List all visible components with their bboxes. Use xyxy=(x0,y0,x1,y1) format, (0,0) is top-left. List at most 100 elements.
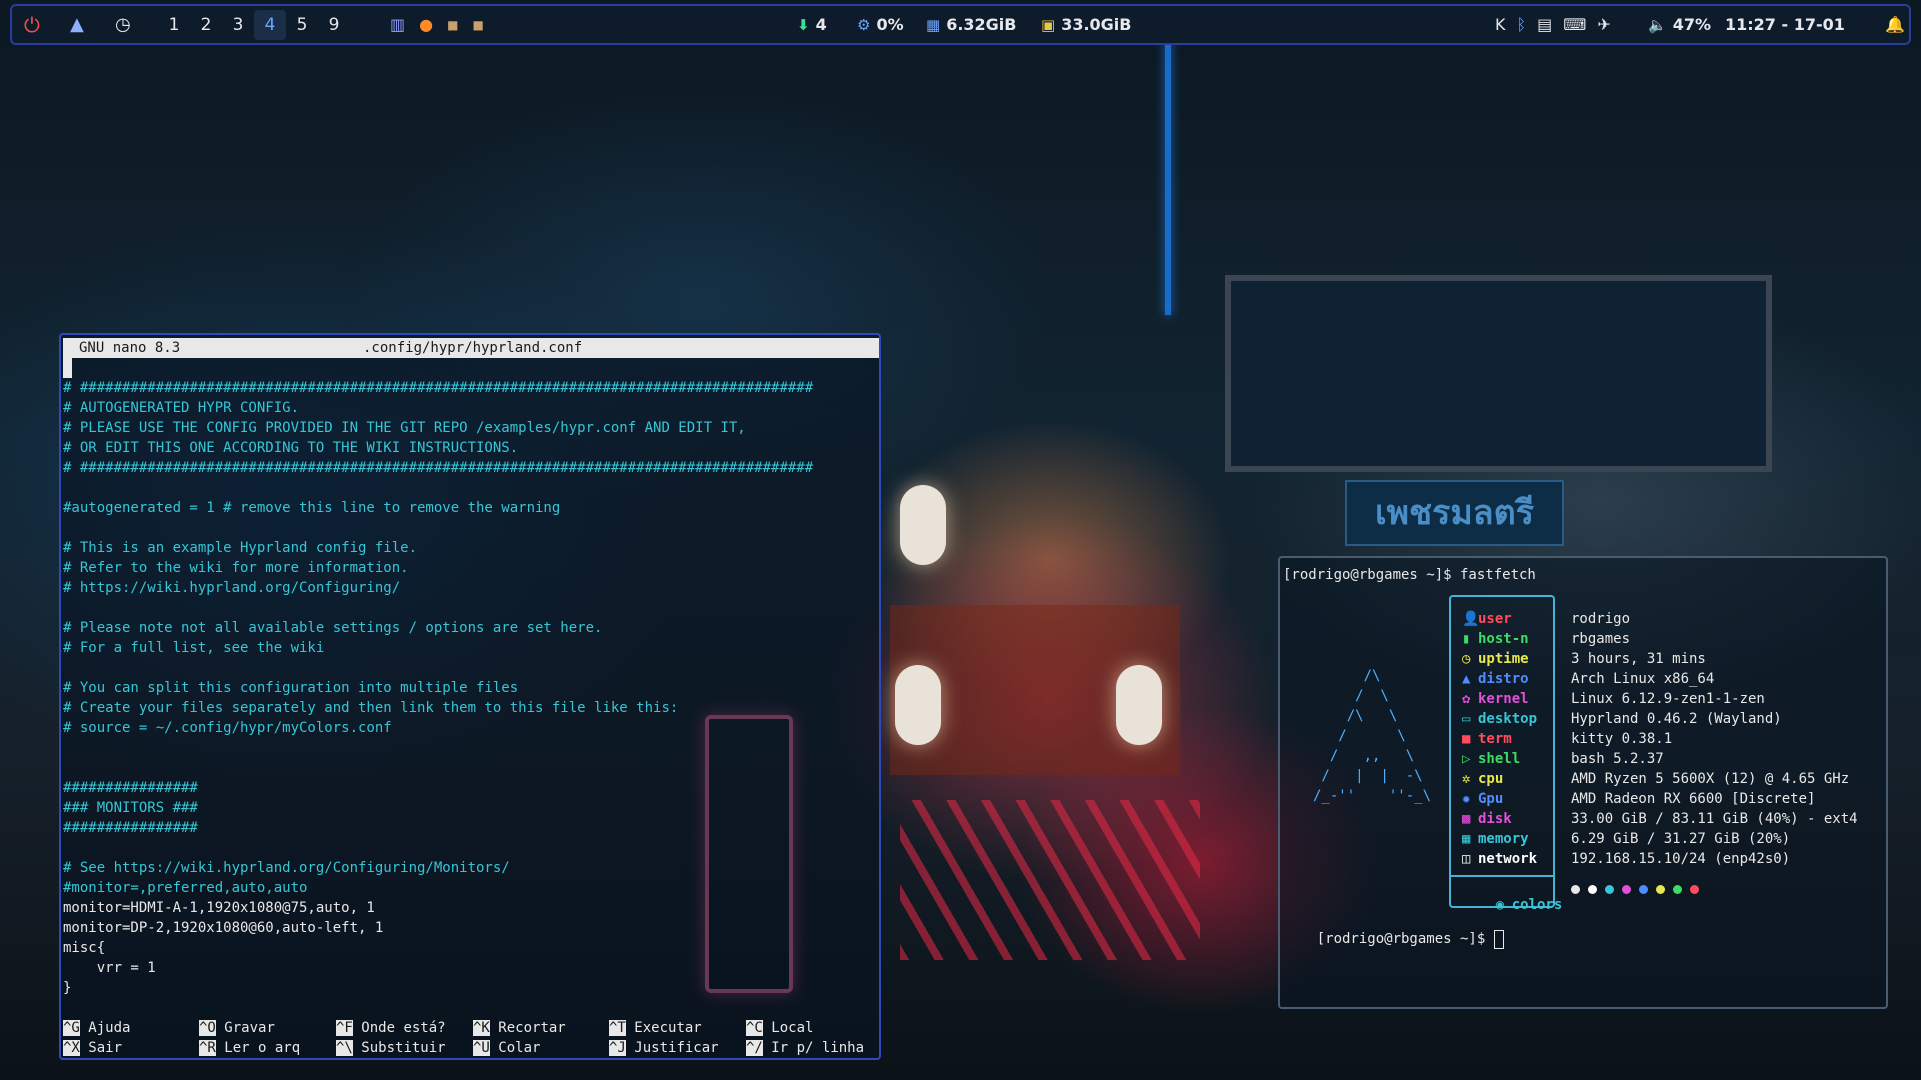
info-key-shell: ▷ shell xyxy=(1462,751,1521,767)
shortcut-ajuda[interactable]: ^G Ajuda xyxy=(63,1018,130,1038)
network-icon: ◫ xyxy=(1462,851,1471,867)
shortcut-key: ^C xyxy=(746,1020,763,1036)
nano-title-bar: GNU nano 8.3 .config/hypr/hyprland.conf xyxy=(63,338,879,358)
info-value-cpu: AMD Ryzen 5 5600X (12) @ 4.65 GHz xyxy=(1571,771,1850,787)
shortcut-substituir[interactable]: ^\ Substituir xyxy=(336,1038,446,1058)
comment-line: # ######################################… xyxy=(63,380,814,396)
shortcut-executar[interactable]: ^T Executar xyxy=(609,1018,702,1038)
logo-line: / ,, \ xyxy=(1313,748,1415,764)
updates-count: 4 xyxy=(815,15,827,34)
shortcut-label: Local xyxy=(771,1020,814,1036)
cpu-widget[interactable]: ⚙ 0% xyxy=(857,6,904,43)
cpu-usage: 0% xyxy=(876,15,904,34)
shortcut-ler-o-arq[interactable]: ^R Ler o arq xyxy=(199,1038,300,1058)
workspace-2[interactable]: 2 xyxy=(190,15,222,35)
keyboard-icon[interactable]: ⌨ xyxy=(1563,15,1586,34)
shell-prompt[interactable]: [rodrigo@rbgames ~]$ xyxy=(1283,909,1504,969)
comment-line: #autogenerated = 1 # remove this line to… xyxy=(63,500,561,516)
workspace-3[interactable]: 3 xyxy=(222,15,254,35)
palette-swatch xyxy=(1571,885,1580,894)
config-line xyxy=(63,478,813,498)
logo-line: /_-'' ''-_\ xyxy=(1313,788,1432,804)
shortcut-recortar[interactable]: ^K Recortar xyxy=(473,1018,566,1038)
workspace-1[interactable]: 1 xyxy=(158,15,190,35)
tray-apps: ▥ ● ■ ■ xyxy=(390,6,484,43)
clock-widget[interactable]: 11:27 - 17-01 xyxy=(1725,6,1845,43)
app-icon[interactable]: ■ xyxy=(472,18,483,32)
gear-icon: ✿ xyxy=(1462,691,1471,707)
notifications-button[interactable]: 🔔 xyxy=(1885,6,1905,43)
volume-level: 47% xyxy=(1672,15,1711,34)
workspace-5[interactable]: 5 xyxy=(286,15,318,35)
shop-sign: เพชรมลตรี xyxy=(1345,480,1564,546)
telegram-icon[interactable]: ✈ xyxy=(1597,15,1610,34)
app-icon[interactable]: ■ xyxy=(447,18,458,32)
shortcut-gravar[interactable]: ^O Gravar xyxy=(199,1018,275,1038)
info-value-desktop: Hyprland 0.46.2 (Wayland) xyxy=(1571,711,1782,727)
workspace-4[interactable]: 4 xyxy=(254,9,286,40)
shell-icon: ▷ xyxy=(1462,751,1471,767)
info-key-network: ◫ network xyxy=(1462,851,1538,867)
shortcut-local[interactable]: ^C Local xyxy=(746,1018,813,1038)
info-value-disk: 33.00 GiB / 83.11 GiB (40%) - ext4 xyxy=(1571,811,1858,827)
terminal-cursor xyxy=(1493,929,1504,949)
shortcut-justificar[interactable]: ^J Justificar xyxy=(609,1038,719,1058)
shortcut-onde-est-[interactable]: ^F Onde está? xyxy=(336,1018,446,1038)
shortcut-colar[interactable]: ^U Colar xyxy=(473,1038,540,1058)
arch-icon: ▲ xyxy=(1462,671,1471,687)
network-icon[interactable]: ▤ xyxy=(1537,15,1552,34)
launcher-button[interactable]: ▲ xyxy=(70,6,84,43)
shortcut-key: ^\ xyxy=(336,1040,353,1056)
text-cursor xyxy=(63,358,72,378)
config-line: misc{ xyxy=(63,940,106,956)
cpu-icon: ✲ xyxy=(1462,771,1471,787)
volume-widget[interactable]: 🔈 47% xyxy=(1648,6,1711,43)
shortcut-ir-p-linha[interactable]: ^/ Ir p/ linha xyxy=(746,1038,864,1058)
building-window xyxy=(1225,275,1772,472)
nano-text-area[interactable]: # ######################################… xyxy=(63,378,813,998)
info-key-desktop: ▭ desktop xyxy=(1462,711,1538,727)
info-value-uptime: 3 hours, 31 mins xyxy=(1571,651,1706,667)
comment-line: # Create your files separately and then … xyxy=(63,700,679,716)
comment-line: # AUTOGENERATED HYPR CONFIG. xyxy=(63,400,300,416)
config-line: monitor=DP-2,1920x1080@60,auto-left, 1 xyxy=(63,920,384,936)
shortcut-label: Onde está? xyxy=(361,1020,446,1036)
comment-line: # Please note not all available settings… xyxy=(63,620,603,636)
stacked-chairs xyxy=(900,800,1200,960)
memory-widget[interactable]: ▦ 6.32GiB xyxy=(926,6,1016,43)
workspace-9[interactable]: 9 xyxy=(318,15,350,35)
shortcut-key: ^U xyxy=(473,1040,490,1056)
info-key-uptime: ◷ uptime xyxy=(1462,651,1529,667)
clock-icon: ◷ xyxy=(115,14,131,35)
comment-line: # For a full list, see the wiki xyxy=(63,640,325,656)
nano-version: GNU nano 8.3 xyxy=(79,340,181,356)
info-key-distro: ▲ distro xyxy=(1462,671,1529,687)
bluetooth-icon[interactable]: ᛒ xyxy=(1517,15,1527,34)
shortcut-label: Ajuda xyxy=(88,1020,131,1036)
kitty-terminal-window[interactable]: [rodrigo@rbgames ~]$ fastfetch /\ / \ /\… xyxy=(1278,556,1888,1009)
shortcut-key: ^O xyxy=(199,1020,216,1036)
info-value-term: kitty 0.38.1 xyxy=(1571,731,1673,747)
volume-icon: 🔈 xyxy=(1648,15,1667,34)
power-button[interactable]: ⏻ xyxy=(24,6,40,43)
shortcut-label: Substituir xyxy=(361,1040,446,1056)
firefox-icon[interactable]: ● xyxy=(419,15,433,34)
info-value-gpu: AMD Radeon RX 6600 [Discrete] xyxy=(1571,791,1816,807)
config-line xyxy=(63,838,813,858)
taskbar-icon[interactable]: ▥ xyxy=(390,15,405,34)
disk-widget[interactable]: ▣ 33.0GiB xyxy=(1041,6,1131,43)
clock-button[interactable]: ◷ xyxy=(115,6,131,43)
kdeconnect-icon[interactable]: K xyxy=(1495,15,1506,34)
memory-icon: ▦ xyxy=(926,15,941,34)
palette-swatch xyxy=(1656,885,1665,894)
config-line xyxy=(63,758,813,778)
disk-icon: ▩ xyxy=(1462,811,1471,827)
palette-swatch xyxy=(1605,885,1614,894)
shortcut-sair[interactable]: ^X Sair xyxy=(63,1038,122,1058)
info-value-shell: bash 5.2.37 xyxy=(1571,751,1664,767)
person-icon: 👤 xyxy=(1462,611,1480,627)
nano-editor-window[interactable]: GNU nano 8.3 .config/hypr/hyprland.conf … xyxy=(59,333,881,1060)
palette-swatch xyxy=(1690,885,1699,894)
updates-widget[interactable]: ⬇ 4 xyxy=(797,6,827,43)
disk-icon: ▣ xyxy=(1041,15,1056,34)
